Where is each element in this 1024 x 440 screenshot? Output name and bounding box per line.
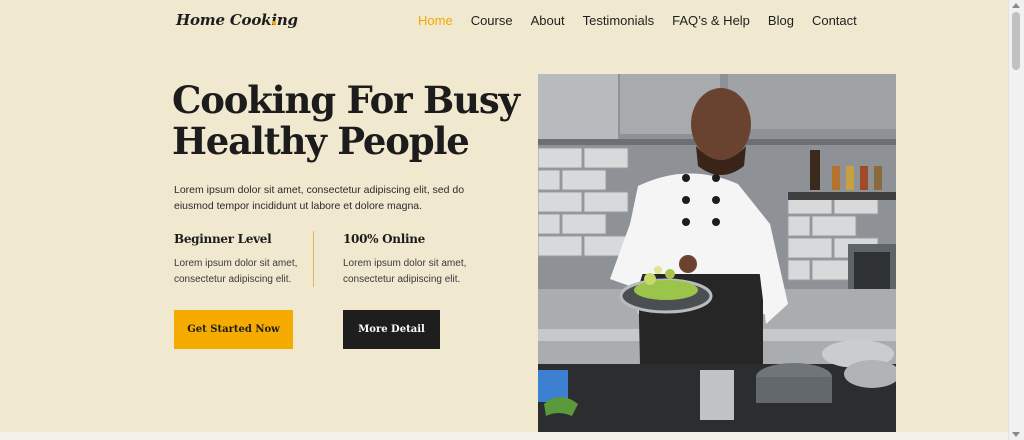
nav-item-faq[interactable]: FAQ’s & Help bbox=[672, 13, 750, 28]
hero-title-line-2: Healthy People bbox=[172, 119, 470, 163]
vertical-scrollbar[interactable] bbox=[1008, 0, 1024, 440]
nav-item-about[interactable]: About bbox=[531, 13, 565, 28]
main-menu: Home Course About Testimonials FAQ’s & H… bbox=[418, 13, 857, 28]
scroll-up-icon[interactable] bbox=[1012, 3, 1020, 8]
feature-divider bbox=[313, 231, 314, 287]
nav-item-blog[interactable]: Blog bbox=[768, 13, 794, 28]
feature-title: Beginner Level bbox=[174, 232, 272, 246]
chef-illustration bbox=[538, 74, 896, 432]
feature-title: 100% Online bbox=[343, 232, 425, 246]
scroll-thumb[interactable] bbox=[1012, 12, 1020, 70]
feature-text: Lorem ipsum dolor sit amet, consectetur … bbox=[174, 258, 298, 285]
nav-item-home[interactable]: Home bbox=[418, 13, 453, 28]
feature-online: 100% Online Lorem ipsum dolor sit amet, … bbox=[343, 232, 483, 287]
site-logo[interactable]: Home Cooking bbox=[176, 11, 298, 29]
hero-chef-image bbox=[538, 74, 896, 432]
get-started-button[interactable]: Get Started Now bbox=[174, 310, 293, 349]
nav-item-course[interactable]: Course bbox=[471, 13, 513, 28]
hero-title: Cooking For Busy Healthy People bbox=[172, 80, 532, 162]
hero-description: Lorem ipsum dolor sit amet, consectetur … bbox=[174, 184, 465, 212]
top-navigation: Home Cooking Home Course About Testimoni… bbox=[0, 0, 1008, 42]
nav-item-testimonials[interactable]: Testimonials bbox=[583, 13, 655, 28]
nav-item-contact[interactable]: Contact bbox=[812, 13, 857, 28]
more-detail-button[interactable]: More Detail bbox=[343, 310, 440, 349]
feature-text: Lorem ipsum dolor sit amet, consectetur … bbox=[343, 258, 467, 285]
logo-dot-icon bbox=[272, 21, 276, 25]
hero-title-line-1: Cooking For Busy bbox=[172, 78, 520, 122]
feature-beginner: Beginner Level Lorem ipsum dolor sit ame… bbox=[174, 232, 314, 287]
page-bottom-edge bbox=[0, 432, 1008, 440]
scroll-down-icon[interactable] bbox=[1012, 432, 1020, 437]
